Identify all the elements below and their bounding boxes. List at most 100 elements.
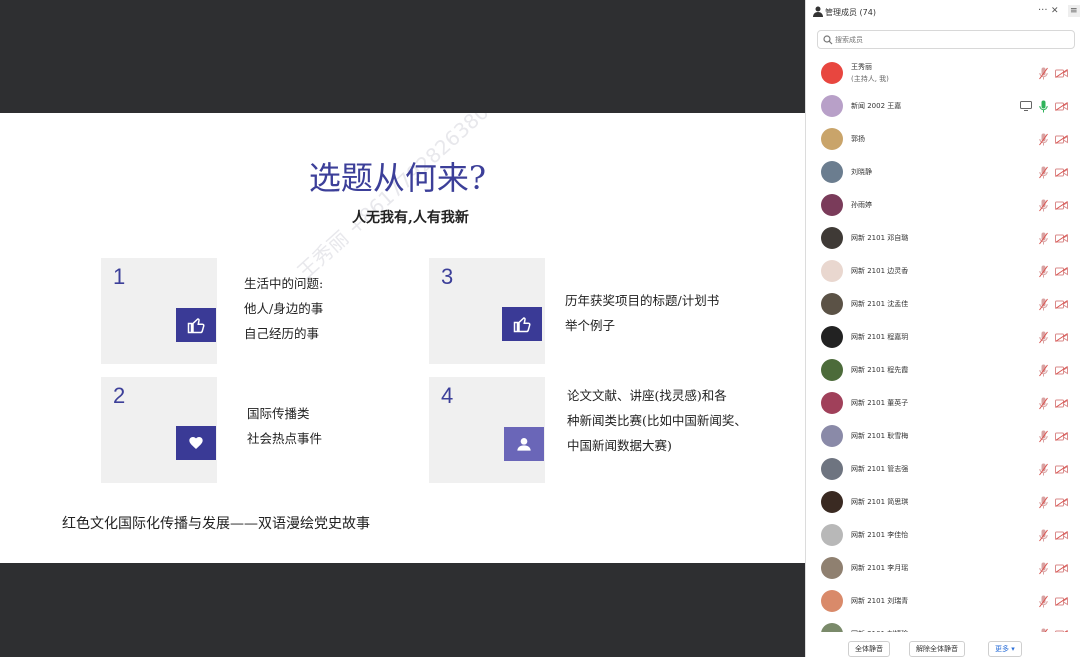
member-row[interactable]: 网新 2101 刘瑞青 [806,585,1080,618]
member-name: 王秀丽 [851,63,872,71]
member-row[interactable]: 刘晓静 [806,156,1080,189]
avatar [821,260,843,282]
camera-off-icon[interactable] [1055,465,1068,474]
member-role: (主持人, 我) [851,75,889,83]
screen-share-icon[interactable] [1020,101,1032,111]
camera-off-icon[interactable] [1055,102,1068,111]
member-list[interactable]: 王秀丽 (主持人, 我) 新闻 2002 王嘉郭扬刘晓静孙雨婷网新 2101 邓自璐… [806,57,1080,632]
members-icon [813,6,823,17]
camera-off-icon[interactable] [1055,432,1068,441]
member-row[interactable]: 网新 2101 管志强 [806,453,1080,486]
mic-muted-icon[interactable] [1039,595,1048,608]
mic-muted-icon[interactable] [1039,166,1048,179]
avatar [821,194,843,216]
avatar [821,623,843,632]
card-line: 他人/身边的事 [244,301,324,316]
member-row[interactable]: 网新 2101 边灵香 [806,255,1080,288]
member-row[interactable]: 网新 2101 沈孟佳 [806,288,1080,321]
mic-muted-icon[interactable] [1039,133,1048,146]
search-icon [823,35,833,45]
mic-muted-icon[interactable] [1039,67,1048,80]
close-panel-button[interactable]: ✕ [1051,5,1059,17]
mic-muted-icon[interactable] [1039,298,1048,311]
card-line: 论文文献、讲座(找灵感)和各 [567,388,727,403]
member-row[interactable]: 王秀丽 (主持人, 我) [806,57,1080,90]
camera-off-icon[interactable] [1055,300,1068,309]
camera-off-icon[interactable] [1055,201,1068,210]
card-2: 2 [101,377,217,483]
card-line: 社会热点事件 [247,431,323,446]
camera-off-icon[interactable] [1055,69,1068,78]
camera-off-icon[interactable] [1055,135,1068,144]
avatar [821,128,843,150]
menu-icon[interactable]: ≡ [1068,5,1080,17]
mic-muted-icon[interactable] [1039,364,1048,377]
card-line: 生活中的问题: [244,276,324,291]
presentation-slide: 王秀丽 +8617792826380 选题从何来? 人无我有,人有我新 1 生活… [0,113,805,563]
card-line: 举个例子 [565,318,616,333]
camera-off-icon[interactable] [1055,234,1068,243]
camera-off-icon[interactable] [1055,630,1068,632]
camera-off-icon[interactable] [1055,597,1068,606]
search-box[interactable] [817,30,1075,49]
member-row[interactable]: 网新 2101 简思琪 [806,486,1080,519]
heart-icon [176,426,216,460]
member-name: 网新 2101 刘婧瑜 [851,629,908,632]
member-row[interactable]: 网新 2101 刘婧瑜 [806,618,1080,632]
avatar [821,590,843,612]
member-row[interactable]: 网新 2101 邓自璐 [806,222,1080,255]
avatar [821,359,843,381]
member-name: 网新 2101 边灵香 [851,267,909,275]
member-name: 网新 2101 程先霞 [851,366,909,374]
camera-off-icon[interactable] [1055,333,1068,342]
member-name: 网新 2101 李月瑶 [851,564,909,572]
panel-header: 管理成员 (74) ··· ✕ ≡ [806,0,1080,26]
thumbs-up-icon [502,307,542,341]
camera-off-icon[interactable] [1055,399,1068,408]
mic-muted-icon[interactable] [1039,463,1048,476]
camera-off-icon[interactable] [1055,366,1068,375]
member-row[interactable]: 孙雨婷 [806,189,1080,222]
member-row[interactable]: 网新 2101 李月瑶 [806,552,1080,585]
more-button[interactable]: 更多 ▾ [988,641,1022,657]
member-row[interactable]: 郭扬 [806,123,1080,156]
member-row[interactable]: 网新 2101 李佳怡 [806,519,1080,552]
member-name: 网新 2101 邓自璐 [851,234,909,242]
mic-muted-icon[interactable] [1039,199,1048,212]
mic-muted-icon[interactable] [1039,232,1048,245]
mic-muted-icon[interactable] [1039,628,1048,632]
card-line: 中国新闻数据大赛) [567,438,672,453]
member-row[interactable]: 网新 2101 董英子 [806,387,1080,420]
camera-off-icon[interactable] [1055,498,1068,507]
search-input[interactable] [835,33,1065,46]
mic-muted-icon[interactable] [1039,397,1048,410]
mic-muted-icon[interactable] [1039,562,1048,575]
more-options-button[interactable]: ··· [1038,5,1048,17]
avatar [821,524,843,546]
member-name: 网新 2101 管志强 [851,465,909,473]
mic-muted-icon[interactable] [1039,496,1048,509]
camera-off-icon[interactable] [1055,168,1068,177]
avatar [821,491,843,513]
mic-muted-icon[interactable] [1039,331,1048,344]
card-number: 1 [113,264,126,289]
member-row[interactable]: 网新 2101 程先霞 [806,354,1080,387]
mic-muted-icon[interactable] [1039,430,1048,443]
member-row[interactable]: 网新 2101 程嘉玥 [806,321,1080,354]
mute-all-button[interactable]: 全体静音 [848,641,890,657]
camera-off-icon[interactable] [1055,564,1068,573]
avatar [821,557,843,579]
member-name: 刘晓静 [851,168,872,176]
avatar [821,392,843,414]
member-name: 新闻 2002 王嘉 [851,102,902,110]
member-name: 网新 2101 刘瑞青 [851,597,909,605]
mic-muted-icon[interactable] [1039,529,1048,542]
mic-on-icon[interactable] [1039,100,1048,113]
member-row[interactable]: 新闻 2002 王嘉 [806,90,1080,123]
unmute-all-button[interactable]: 解除全体静音 [909,641,965,657]
member-row[interactable]: 网新 2101 耿雪梅 [806,420,1080,453]
camera-off-icon[interactable] [1055,531,1068,540]
camera-off-icon[interactable] [1055,267,1068,276]
mic-muted-icon[interactable] [1039,265,1048,278]
card-3: 3 [429,258,545,364]
